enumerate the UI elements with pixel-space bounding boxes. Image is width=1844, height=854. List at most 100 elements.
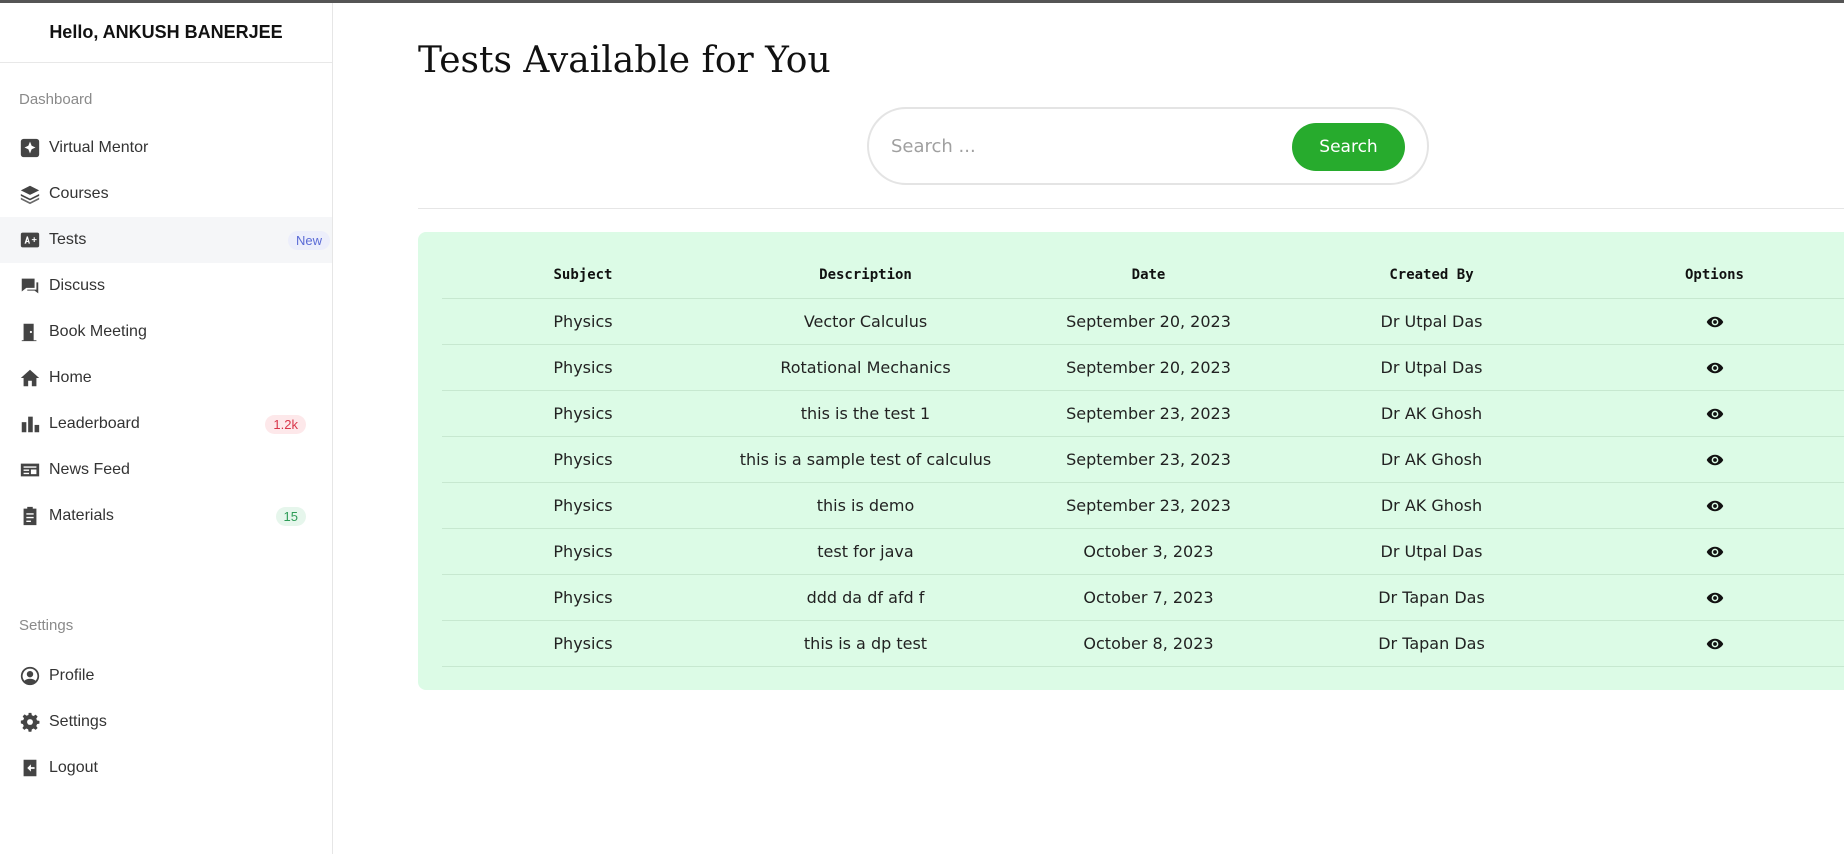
- cell-subject: Physics: [442, 436, 724, 483]
- search-input[interactable]: [891, 127, 1271, 165]
- chat-icon: [19, 275, 41, 297]
- header-subject: Subject: [442, 252, 724, 299]
- table-header-row: Subject Description Date Created By Opti…: [442, 252, 1844, 299]
- cell-subject: Physics: [442, 482, 724, 529]
- cell-subject: Physics: [442, 620, 724, 667]
- divider: [418, 208, 1844, 209]
- sidebar-item-leaderboard[interactable]: Leaderboard 1.2k: [0, 401, 332, 447]
- sidebar-item-home[interactable]: Home: [0, 355, 332, 401]
- cell-date: September 23, 2023: [1007, 482, 1290, 529]
- user-greeting: Hello, ANKUSH BANERJEE: [0, 3, 332, 63]
- cell-created-by: Dr Utpal Das: [1290, 528, 1573, 575]
- view-eye-icon[interactable]: [1706, 589, 1724, 607]
- view-eye-icon[interactable]: [1706, 497, 1724, 515]
- cell-subject: Physics: [442, 390, 724, 437]
- sidebar-item-discuss[interactable]: Discuss: [0, 263, 332, 309]
- sidebar-item-label: Book Meeting: [49, 323, 147, 340]
- header-description: Description: [724, 252, 1007, 299]
- cell-date: September 23, 2023: [1007, 436, 1290, 483]
- cell-options: [1573, 344, 1844, 391]
- cell-options: [1573, 528, 1844, 575]
- sidebar-item-tests[interactable]: Tests New: [0, 217, 332, 263]
- sidebar-item-label: Courses: [49, 185, 109, 202]
- sidebar-item-courses[interactable]: Courses: [0, 171, 332, 217]
- grade-icon: [19, 229, 41, 251]
- sidebar-item-label: Logout: [49, 759, 98, 776]
- cell-created-by: Dr Utpal Das: [1290, 344, 1573, 391]
- cell-description: this is demo: [724, 482, 1007, 529]
- bar-chart-icon: [19, 413, 41, 435]
- cell-subject: Physics: [442, 528, 724, 575]
- cell-subject: Physics: [442, 574, 724, 621]
- section-label-settings: Settings: [19, 617, 74, 634]
- header-date: Date: [1007, 252, 1290, 299]
- cell-description: Rotational Mechanics: [724, 344, 1007, 391]
- cell-date: October 8, 2023: [1007, 620, 1290, 667]
- newspaper-icon: [19, 459, 41, 481]
- user-circle-icon: [19, 665, 41, 687]
- cell-description: Vector Calculus: [724, 298, 1007, 345]
- cell-subject: Physics: [442, 298, 724, 345]
- cell-options: [1573, 390, 1844, 437]
- sidebar-item-profile[interactable]: Profile: [0, 653, 332, 699]
- leaderboard-count-badge: 1.2k: [265, 414, 306, 434]
- sparkle-icon: [19, 137, 41, 159]
- cell-date: October 7, 2023: [1007, 574, 1290, 621]
- table-row: Physics ddd da df afd f October 7, 2023 Dr …: [442, 574, 1844, 621]
- cell-created-by: Dr Tapan Das: [1290, 574, 1573, 621]
- view-eye-icon[interactable]: [1706, 543, 1724, 561]
- view-eye-icon[interactable]: [1706, 635, 1724, 653]
- search-button[interactable]: Search: [1292, 123, 1405, 171]
- table-row: Physics Rotational Mechanics September 20,…: [442, 344, 1844, 391]
- table-row: Physics Vector Calculus September 20, 2023…: [442, 298, 1844, 345]
- sidebar-item-label: Tests: [49, 231, 87, 248]
- sidebar-item-label: Materials: [49, 507, 114, 524]
- cell-description: ddd da df afd f: [724, 574, 1007, 621]
- gear-icon: [19, 711, 41, 733]
- logout-icon: [19, 757, 41, 779]
- table-row: Physics this is a dp test October 8, 2023 D…: [442, 620, 1844, 667]
- layers-icon: [19, 183, 41, 205]
- new-badge: New: [287, 230, 330, 250]
- sidebar-item-virtual-mentor[interactable]: Virtual Mentor: [0, 125, 332, 171]
- cell-date: September 20, 2023: [1007, 298, 1290, 345]
- cell-options: [1573, 574, 1844, 621]
- sidebar-item-settings[interactable]: Settings: [0, 699, 332, 745]
- tests-table-card: Subject Description Date Created By Opti…: [418, 232, 1844, 690]
- sidebar-item-logout[interactable]: Logout: [0, 745, 332, 791]
- home-icon: [19, 367, 41, 389]
- sidebar-item-materials[interactable]: Materials 15: [0, 493, 332, 539]
- cell-description: this is a dp test: [724, 620, 1007, 667]
- view-eye-icon[interactable]: [1706, 451, 1724, 469]
- section-label-dashboard: Dashboard: [19, 91, 93, 108]
- cell-created-by: Dr Tapan Das: [1290, 620, 1573, 667]
- view-eye-icon[interactable]: [1706, 313, 1724, 331]
- sidebar-item-news-feed[interactable]: News Feed: [0, 447, 332, 493]
- table-row: Physics this is demo September 23, 2023 Dr …: [442, 482, 1844, 529]
- cell-subject: Physics: [442, 344, 724, 391]
- cell-created-by: Dr AK Ghosh: [1290, 390, 1573, 437]
- cell-options: [1573, 298, 1844, 345]
- cell-date: October 3, 2023: [1007, 528, 1290, 575]
- search-bar: Search: [867, 107, 1429, 185]
- sidebar-item-book-meeting[interactable]: Book Meeting: [0, 309, 332, 355]
- cell-description: this is a sample test of calculus: [724, 436, 1007, 483]
- sidebar-item-label: Discuss: [49, 277, 106, 294]
- sidebar-item-label: Leaderboard: [49, 415, 140, 432]
- page-title: Tests Available for You: [418, 40, 831, 81]
- cell-options: [1573, 482, 1844, 529]
- cell-created-by: Dr AK Ghosh: [1290, 482, 1573, 529]
- view-eye-icon[interactable]: [1706, 405, 1724, 423]
- cell-description: test for java: [724, 528, 1007, 575]
- view-eye-icon[interactable]: [1706, 359, 1724, 377]
- table-body: Physics Vector Calculus September 20, 2023…: [442, 298, 1844, 667]
- sidebar-item-label: Virtual Mentor: [49, 139, 149, 156]
- door-icon: [19, 321, 41, 343]
- tests-table: Subject Description Date Created By Opti…: [442, 252, 1844, 667]
- cell-created-by: Dr Utpal Das: [1290, 298, 1573, 345]
- cell-date: September 20, 2023: [1007, 344, 1290, 391]
- cell-options: [1573, 436, 1844, 483]
- header-created-by: Created By: [1290, 252, 1573, 299]
- materials-count-badge: 15: [275, 506, 306, 526]
- sidebar-item-label: News Feed: [49, 461, 130, 478]
